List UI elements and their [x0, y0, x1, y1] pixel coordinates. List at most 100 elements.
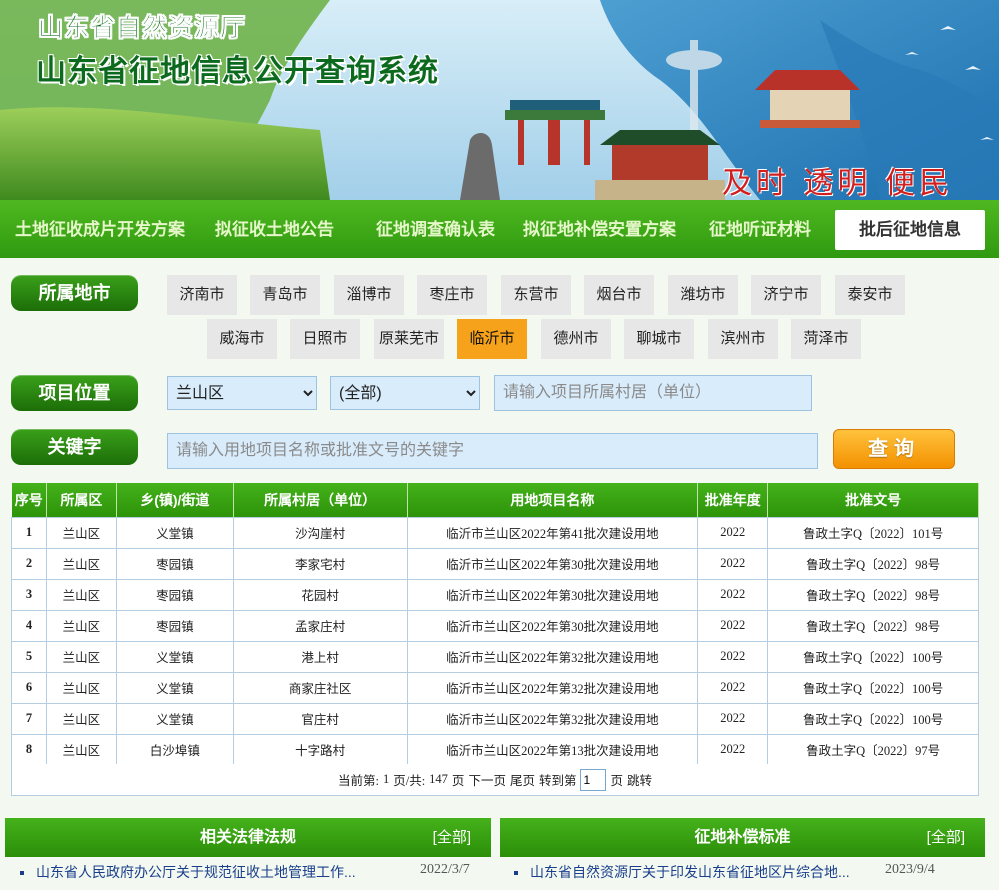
row-village: 官庄村 [232, 702, 408, 735]
system-title: 山东省征地信息公开查询系统 [36, 54, 439, 89]
city-option[interactable]: 原莱芜市 [374, 319, 444, 359]
row-village: 孟家庄村 [232, 609, 408, 642]
column-header: 所属区 [46, 483, 117, 517]
laws-item-date: 2022/3/7 [420, 862, 470, 877]
city-option[interactable]: 济宁市 [751, 275, 821, 315]
row-number: 4 [11, 609, 47, 642]
row-district: 兰山区 [45, 702, 117, 735]
laws-panel-header: 相关法律法规 [全部] [5, 818, 491, 857]
table-row[interactable]: 5 兰山区 义堂镇 港上村 临沂市兰山区2022年第32批次建设用地 2022 鲁政土字Q〔… [11, 640, 979, 673]
laws-more-link[interactable]: [全部] [433, 818, 471, 857]
table-row[interactable]: 2 兰山区 枣园镇 李家宅村 临沂市兰山区2022年第30批次建设用地 2022 鲁政土字Q… [11, 547, 979, 580]
city-option[interactable]: 青岛市 [250, 275, 320, 315]
city-option[interactable]: 德州市 [541, 319, 611, 359]
table-row[interactable]: 6 兰山区 义堂镇 商家庄社区 临沂市兰山区2022年第32批次建设用地 2022 鲁政土字… [11, 671, 979, 704]
keyword-input[interactable] [167, 433, 818, 469]
nav-item-post-approval[interactable]: 批后征地信息 [835, 210, 985, 250]
city-option[interactable]: 枣庄市 [417, 275, 487, 315]
row-project-name: 临沂市兰山区2022年第32批次建设用地 [406, 640, 699, 673]
column-header: 批准年度 [697, 483, 769, 517]
pagination: 当前第: 1 页/共: 147 页 下一页 尾页 转到第 页 跳转 [11, 764, 979, 796]
row-project-name: 临沂市兰山区2022年第30批次建设用地 [406, 547, 699, 580]
goto-prefix: 转到第 [538, 774, 577, 788]
city-option[interactable]: 菏泽市 [791, 319, 861, 359]
row-town: 白沙埠镇 [115, 733, 234, 766]
bullet-icon [20, 871, 24, 876]
row-district: 兰山区 [45, 609, 117, 642]
row-number: 3 [11, 578, 47, 611]
table-row[interactable]: 8 兰山区 白沙埠镇 十字路村 临沂市兰山区2022年第13批次建设用地 2022 鲁政土字… [11, 733, 979, 766]
pager-total-pages: 147 [429, 772, 448, 786]
row-number: 7 [11, 702, 47, 735]
city-option[interactable]: 淄博市 [334, 275, 404, 315]
row-number: 5 [11, 640, 47, 673]
row-approval-no: 鲁政土字Q〔2022〕98号 [767, 578, 979, 611]
nav-item-land-announcement[interactable]: 拟征收土地公告 [215, 210, 334, 250]
results-table: 序号 所属区 乡(镇)/街道 所属村居（单位） 用地项目名称 批准年度 批准文号… [11, 483, 979, 766]
goto-page-input[interactable] [580, 768, 607, 791]
slogan: 及时 透明 便民 [722, 166, 954, 200]
row-village: 李家宅村 [232, 547, 408, 580]
row-village: 沙沟崖村 [232, 516, 408, 549]
nav-item-hearing-materials[interactable]: 征地听证材料 [709, 210, 811, 250]
laws-item-title: 山东省人民政府办公厅关于规范征收土地管理工作... [36, 864, 356, 880]
row-year: 2022 [697, 516, 769, 549]
row-district: 兰山区 [45, 671, 117, 704]
table-row[interactable]: 7 兰山区 义堂镇 官庄村 临沂市兰山区2022年第32批次建设用地 2022 鲁政土字Q〔… [11, 702, 979, 735]
goto-suffix: 页 [610, 774, 623, 788]
row-number: 1 [11, 516, 47, 549]
nav-item-compensation-plan[interactable]: 拟征地补偿安置方案 [523, 210, 676, 250]
row-year: 2022 [697, 733, 769, 766]
table-row[interactable]: 4 兰山区 枣园镇 孟家庄村 临沂市兰山区2022年第30批次建设用地 2022 鲁政土字Q… [11, 609, 979, 642]
jump-link[interactable]: 跳转 [627, 770, 652, 789]
row-project-name: 临沂市兰山区2022年第41批次建设用地 [406, 516, 699, 549]
village-input[interactable] [494, 375, 812, 411]
last-page-link[interactable]: 尾页 [510, 770, 535, 789]
column-header: 批准文号 [767, 483, 979, 517]
row-district: 兰山区 [45, 640, 117, 673]
row-town: 义堂镇 [115, 671, 234, 704]
column-header: 序号 [11, 483, 47, 517]
query-button[interactable]: 查询 [833, 429, 955, 469]
city-option[interactable]: 滨州市 [708, 319, 778, 359]
table-body: 1 兰山区 义堂镇 沙沟崖村 临沂市兰山区2022年第41批次建设用地 2022 鲁政土字Q… [11, 516, 979, 766]
row-project-name: 临沂市兰山区2022年第30批次建设用地 [406, 609, 699, 642]
compensation-list-item[interactable]: 山东省自然资源厅关于印发山东省征地区片综合地... [514, 862, 850, 882]
row-approval-no: 鲁政土字Q〔2022〕100号 [767, 702, 979, 735]
pager-page-unit: 页 [451, 774, 465, 788]
city-option[interactable]: 济南市 [167, 275, 237, 315]
table-row[interactable]: 1 兰山区 义堂镇 沙沟崖村 临沂市兰山区2022年第41批次建设用地 2022 鲁政土字Q… [11, 516, 979, 549]
row-town: 枣园镇 [115, 609, 234, 642]
compensation-panel-title: 征地补偿标准 [694, 829, 791, 846]
compensation-item-title: 山东省自然资源厅关于印发山东省征地区片综合地... [530, 864, 850, 880]
city-option[interactable]: 潍坊市 [668, 275, 738, 315]
row-town: 义堂镇 [115, 702, 234, 735]
row-approval-no: 鲁政土字Q〔2022〕98号 [767, 609, 979, 642]
row-approval-no: 鲁政土字Q〔2022〕97号 [767, 733, 979, 766]
town-select[interactable]: (全部) [330, 376, 480, 410]
row-project-name: 临沂市兰山区2022年第13批次建设用地 [406, 733, 699, 766]
city-option[interactable]: 威海市 [207, 319, 277, 359]
city-option[interactable]: 泰安市 [835, 275, 905, 315]
district-select[interactable]: 兰山区 [167, 376, 317, 410]
next-page-link[interactable]: 下一页 [468, 770, 506, 789]
nav-item-development-plan[interactable]: 土地征收成片开发方案 [15, 210, 185, 250]
row-year: 2022 [697, 671, 769, 704]
table-row[interactable]: 3 兰山区 枣园镇 花园村 临沂市兰山区2022年第30批次建设用地 2022 鲁政土字Q〔… [11, 578, 979, 611]
location-section-label: 项目位置 [11, 375, 138, 411]
city-option-selected[interactable]: 临沂市 [457, 319, 527, 359]
column-header: 所属村居（单位） [233, 483, 408, 517]
compensation-more-link[interactable]: [全部] [927, 818, 965, 857]
nav-item-survey-confirmation[interactable]: 征地调查确认表 [376, 210, 495, 250]
row-number: 6 [11, 671, 47, 704]
laws-list-item[interactable]: 山东省人民政府办公厅关于规范征收土地管理工作... [20, 862, 356, 882]
city-option[interactable]: 东营市 [501, 275, 571, 315]
temple-building [595, 130, 725, 200]
city-option[interactable]: 日照市 [290, 319, 360, 359]
city-option[interactable]: 烟台市 [584, 275, 654, 315]
row-town: 枣园镇 [115, 578, 234, 611]
row-village: 港上村 [232, 640, 408, 673]
row-year: 2022 [697, 609, 769, 642]
keyword-section-label: 关键字 [11, 429, 138, 465]
city-option[interactable]: 聊城市 [624, 319, 694, 359]
